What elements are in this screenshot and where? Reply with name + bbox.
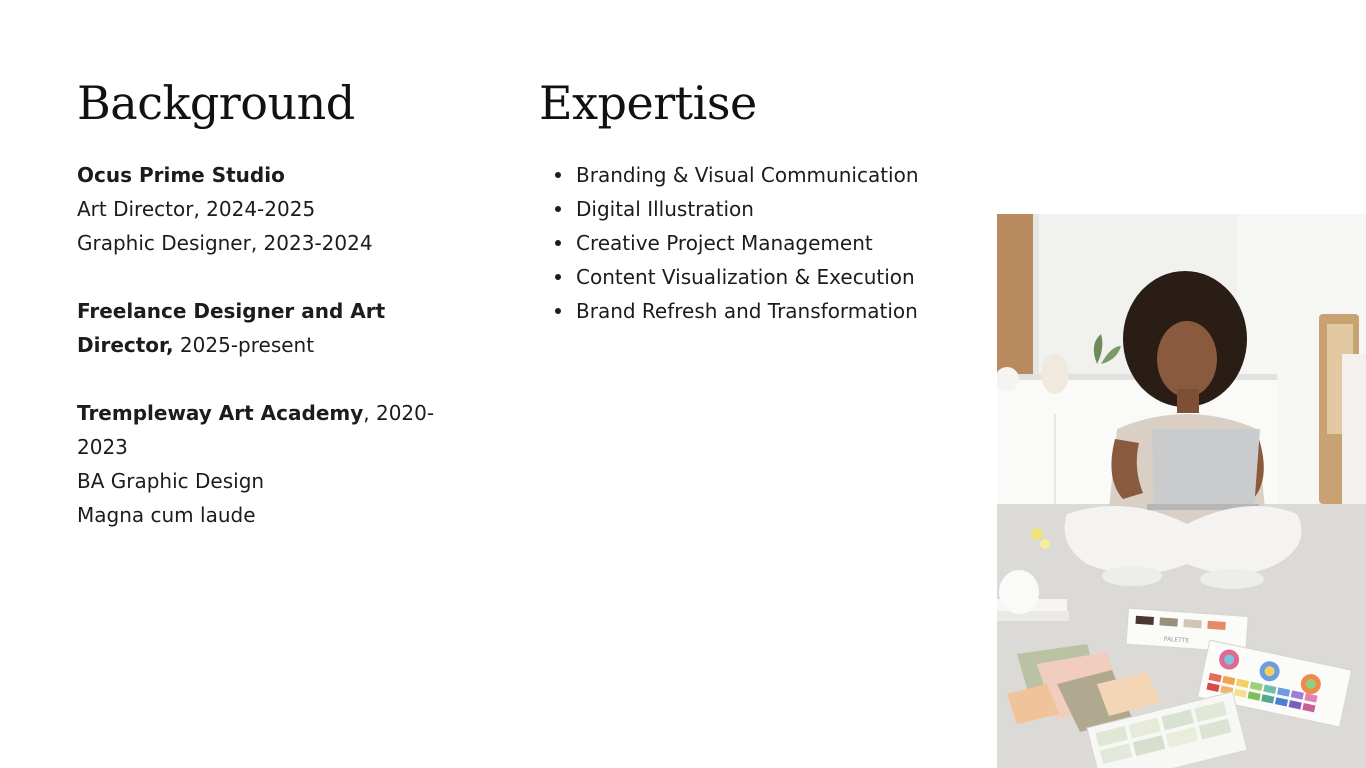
background-entry: Trempleway Art Academy, 2020-2023 BA Gra…: [77, 396, 457, 532]
background-section: Ocus Prime Studio Art Director, 2024-202…: [77, 158, 457, 532]
bullet-icon: [555, 240, 561, 246]
background-entry: Ocus Prime Studio Art Director, 2024-202…: [77, 158, 457, 260]
expertise-list: Branding & Visual Communication Digital …: [549, 158, 929, 328]
expertise-item: Branding & Visual Communication: [549, 158, 926, 192]
cork-board: [997, 214, 1039, 384]
photo-illustration: PALETTE: [997, 214, 1366, 768]
designer-photo: PALETTE: [997, 214, 1366, 768]
expertise-section: Branding & Visual Communication Digital …: [549, 158, 929, 328]
bullet-icon: [555, 308, 561, 314]
entry-title-line: Freelance Designer and Art Director, 202…: [77, 294, 457, 362]
entry-title-line: Ocus Prime Studio: [77, 158, 457, 192]
entry-detail: Graphic Designer, 2023-2024: [77, 231, 373, 255]
entry-detail: Art Director, 2024-2025: [77, 197, 316, 221]
entry-detail: Magna cum laude: [77, 503, 256, 527]
expertise-item: Brand Refresh and Transformation: [549, 294, 926, 328]
entry-title-line: Trempleway Art Academy, 2020-2023: [77, 396, 457, 464]
bullet-icon: [555, 172, 561, 178]
expertise-item-label: Brand Refresh and Transformation: [576, 299, 918, 323]
expertise-heading: Expertise: [539, 76, 757, 130]
expertise-item-label: Digital Illustration: [576, 197, 754, 221]
entry-detail: BA Graphic Design: [77, 469, 265, 493]
background-entry: Freelance Designer and Art Director, 202…: [77, 294, 457, 362]
bullet-icon: [555, 206, 561, 212]
laptop: [1152, 429, 1260, 509]
white-vase: [999, 570, 1039, 614]
entry-title: Ocus Prime Studio: [77, 163, 285, 187]
bullet-icon: [555, 274, 561, 280]
entry-title-suffix: 2025-present: [173, 333, 315, 357]
expertise-item: Content Visualization & Execution: [549, 260, 926, 294]
expertise-item-label: Content Visualization & Execution: [576, 265, 915, 289]
vase: [1041, 354, 1069, 394]
background-heading: Background: [77, 76, 355, 130]
expertise-item-label: Branding & Visual Communication: [576, 163, 919, 187]
face: [1157, 321, 1217, 397]
entry-title: Trempleway Art Academy: [77, 401, 364, 425]
expertise-item: Creative Project Management: [549, 226, 926, 260]
expertise-item: Digital Illustration: [549, 192, 926, 226]
expertise-item-label: Creative Project Management: [576, 231, 873, 255]
resume-page: Background Expertise Ocus Prime Studio A…: [0, 0, 1366, 768]
